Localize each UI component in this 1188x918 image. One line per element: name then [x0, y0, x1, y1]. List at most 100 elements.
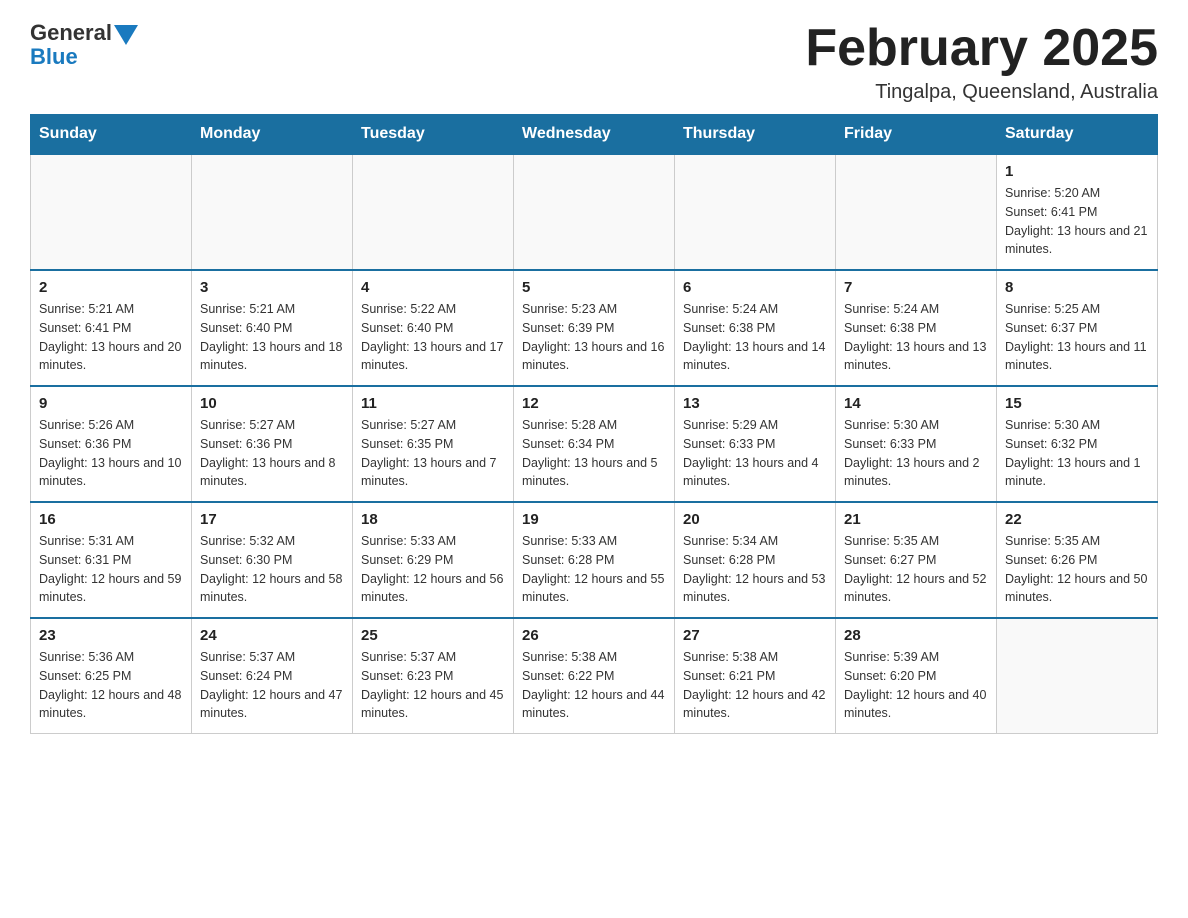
- calendar-cell: 12 Sunrise: 5:28 AMSunset: 6:34 PMDayligh…: [514, 386, 675, 502]
- col-monday: Monday: [192, 115, 353, 155]
- day-info: Sunrise: 5:36 AMSunset: 6:25 PMDaylight:…: [39, 648, 183, 723]
- page-header: General Blue February 2025 Tingalpa, Que…: [30, 20, 1158, 104]
- calendar-cell: 4 Sunrise: 5:22 AMSunset: 6:40 PMDaylight…: [353, 270, 514, 386]
- col-friday: Friday: [836, 115, 997, 155]
- logo-general-text: General: [30, 20, 112, 46]
- calendar-cell: 23 Sunrise: 5:36 AMSunset: 6:25 PMDayligh…: [31, 618, 192, 734]
- calendar-cell: [514, 154, 675, 270]
- calendar-cell: [31, 154, 192, 270]
- day-info: Sunrise: 5:27 AMSunset: 6:36 PMDaylight:…: [200, 416, 344, 491]
- title-block: February 2025 Tingalpa, Queensland, Aust…: [805, 20, 1158, 104]
- day-info: Sunrise: 5:35 AMSunset: 6:27 PMDaylight:…: [844, 532, 988, 607]
- day-info: Sunrise: 5:32 AMSunset: 6:30 PMDaylight:…: [200, 532, 344, 607]
- day-number: 15: [1005, 395, 1149, 412]
- calendar-week-2: 2 Sunrise: 5:21 AMSunset: 6:41 PMDaylight…: [31, 270, 1158, 386]
- day-number: 16: [39, 511, 183, 528]
- calendar-cell: 16 Sunrise: 5:31 AMSunset: 6:31 PMDayligh…: [31, 502, 192, 618]
- day-info: Sunrise: 5:35 AMSunset: 6:26 PMDaylight:…: [1005, 532, 1149, 607]
- col-thursday: Thursday: [675, 115, 836, 155]
- day-info: Sunrise: 5:30 AMSunset: 6:32 PMDaylight:…: [1005, 416, 1149, 491]
- calendar-cell: 17 Sunrise: 5:32 AMSunset: 6:30 PMDayligh…: [192, 502, 353, 618]
- day-number: 7: [844, 279, 988, 296]
- calendar-cell: 24Sunrise: 5:37 AMSunset: 6:24 PMDayligh…: [192, 618, 353, 734]
- calendar-week-3: 9 Sunrise: 5:26 AMSunset: 6:36 PMDaylight…: [31, 386, 1158, 502]
- calendar-cell: 11 Sunrise: 5:27 AMSunset: 6:35 PMDayligh…: [353, 386, 514, 502]
- calendar-cell: 3 Sunrise: 5:21 AMSunset: 6:40 PMDaylight…: [192, 270, 353, 386]
- calendar-cell: 5 Sunrise: 5:23 AMSunset: 6:39 PMDaylight…: [514, 270, 675, 386]
- col-wednesday: Wednesday: [514, 115, 675, 155]
- calendar-cell: 8 Sunrise: 5:25 AMSunset: 6:37 PMDaylight…: [997, 270, 1158, 386]
- calendar-cell: 1 Sunrise: 5:20 AMSunset: 6:41 PMDaylight…: [997, 154, 1158, 270]
- col-saturday: Saturday: [997, 115, 1158, 155]
- header-row: Sunday Monday Tuesday Wednesday Thursday…: [31, 115, 1158, 155]
- day-number: 8: [1005, 279, 1149, 296]
- day-info: Sunrise: 5:38 AMSunset: 6:21 PMDaylight:…: [683, 648, 827, 723]
- day-info: Sunrise: 5:22 AMSunset: 6:40 PMDaylight:…: [361, 300, 505, 375]
- day-number: 24: [200, 627, 344, 644]
- day-number: 12: [522, 395, 666, 412]
- day-number: 9: [39, 395, 183, 412]
- day-info: Sunrise: 5:21 AMSunset: 6:41 PMDaylight:…: [39, 300, 183, 375]
- day-number: 4: [361, 279, 505, 296]
- calendar-week-5: 23 Sunrise: 5:36 AMSunset: 6:25 PMDayligh…: [31, 618, 1158, 734]
- day-info: Sunrise: 5:25 AMSunset: 6:37 PMDaylight:…: [1005, 300, 1149, 375]
- day-info: Sunrise: 5:24 AMSunset: 6:38 PMDaylight:…: [683, 300, 827, 375]
- day-info: Sunrise: 5:27 AMSunset: 6:35 PMDaylight:…: [361, 416, 505, 491]
- day-info: Sunrise: 5:34 AMSunset: 6:28 PMDaylight:…: [683, 532, 827, 607]
- day-number: 2: [39, 279, 183, 296]
- day-number: 6: [683, 279, 827, 296]
- day-number: 19: [522, 511, 666, 528]
- day-info: Sunrise: 5:28 AMSunset: 6:34 PMDaylight:…: [522, 416, 666, 491]
- logo-blue-text: Blue: [30, 44, 78, 70]
- calendar-cell: 22 Sunrise: 5:35 AMSunset: 6:26 PMDayligh…: [997, 502, 1158, 618]
- calendar-cell: 14 Sunrise: 5:30 AMSunset: 6:33 PMDayligh…: [836, 386, 997, 502]
- day-number: 22: [1005, 511, 1149, 528]
- calendar-cell: 9 Sunrise: 5:26 AMSunset: 6:36 PMDaylight…: [31, 386, 192, 502]
- calendar-cell: 15 Sunrise: 5:30 AMSunset: 6:32 PMDayligh…: [997, 386, 1158, 502]
- calendar-table: Sunday Monday Tuesday Wednesday Thursday…: [30, 114, 1158, 734]
- day-number: 1: [1005, 163, 1149, 180]
- calendar-cell: 13Sunrise: 5:29 AMSunset: 6:33 PMDayligh…: [675, 386, 836, 502]
- day-info: Sunrise: 5:38 AMSunset: 6:22 PMDaylight:…: [522, 648, 666, 723]
- day-info: Sunrise: 5:31 AMSunset: 6:31 PMDaylight:…: [39, 532, 183, 607]
- col-tuesday: Tuesday: [353, 115, 514, 155]
- location-text: Tingalpa, Queensland, Australia: [805, 81, 1158, 104]
- calendar-cell: [836, 154, 997, 270]
- day-number: 25: [361, 627, 505, 644]
- day-info: Sunrise: 5:21 AMSunset: 6:40 PMDaylight:…: [200, 300, 344, 375]
- calendar-cell: 18 Sunrise: 5:33 AMSunset: 6:29 PMDayligh…: [353, 502, 514, 618]
- calendar-cell: 21 Sunrise: 5:35 AMSunset: 6:27 PMDayligh…: [836, 502, 997, 618]
- day-number: 26: [522, 627, 666, 644]
- day-info: Sunrise: 5:33 AMSunset: 6:29 PMDaylight:…: [361, 532, 505, 607]
- day-number: 3: [200, 279, 344, 296]
- day-number: 14: [844, 395, 988, 412]
- calendar-cell: 6 Sunrise: 5:24 AMSunset: 6:38 PMDaylight…: [675, 270, 836, 386]
- calendar-cell: [353, 154, 514, 270]
- calendar-cell: 19 Sunrise: 5:33 AMSunset: 6:28 PMDayligh…: [514, 502, 675, 618]
- day-number: 23: [39, 627, 183, 644]
- day-info: Sunrise: 5:39 AMSunset: 6:20 PMDaylight:…: [844, 648, 988, 723]
- calendar-cell: [997, 618, 1158, 734]
- day-number: 13: [683, 395, 827, 412]
- calendar-cell: 20 Sunrise: 5:34 AMSunset: 6:28 PMDayligh…: [675, 502, 836, 618]
- day-number: 11: [361, 395, 505, 412]
- day-number: 17: [200, 511, 344, 528]
- day-info: Sunrise: 5:30 AMSunset: 6:33 PMDaylight:…: [844, 416, 988, 491]
- month-title: February 2025: [805, 20, 1158, 77]
- day-info: Sunrise: 5:33 AMSunset: 6:28 PMDaylight:…: [522, 532, 666, 607]
- day-info: Sunrise: 5:20 AMSunset: 6:41 PMDaylight:…: [1005, 184, 1149, 259]
- calendar-cell: 7Sunrise: 5:24 AMSunset: 6:38 PMDaylight…: [836, 270, 997, 386]
- day-number: 5: [522, 279, 666, 296]
- day-info: Sunrise: 5:26 AMSunset: 6:36 PMDaylight:…: [39, 416, 183, 491]
- day-info: Sunrise: 5:37 AMSunset: 6:23 PMDaylight:…: [361, 648, 505, 723]
- day-info: Sunrise: 5:23 AMSunset: 6:39 PMDaylight:…: [522, 300, 666, 375]
- day-number: 18: [361, 511, 505, 528]
- calendar-cell: 26 Sunrise: 5:38 AMSunset: 6:22 PMDayligh…: [514, 618, 675, 734]
- calendar-week-1: 1 Sunrise: 5:20 AMSunset: 6:41 PMDaylight…: [31, 154, 1158, 270]
- day-number: 27: [683, 627, 827, 644]
- calendar-week-4: 16 Sunrise: 5:31 AMSunset: 6:31 PMDayligh…: [31, 502, 1158, 618]
- calendar-cell: 28Sunrise: 5:39 AMSunset: 6:20 PMDayligh…: [836, 618, 997, 734]
- day-number: 10: [200, 395, 344, 412]
- day-number: 20: [683, 511, 827, 528]
- day-number: 21: [844, 511, 988, 528]
